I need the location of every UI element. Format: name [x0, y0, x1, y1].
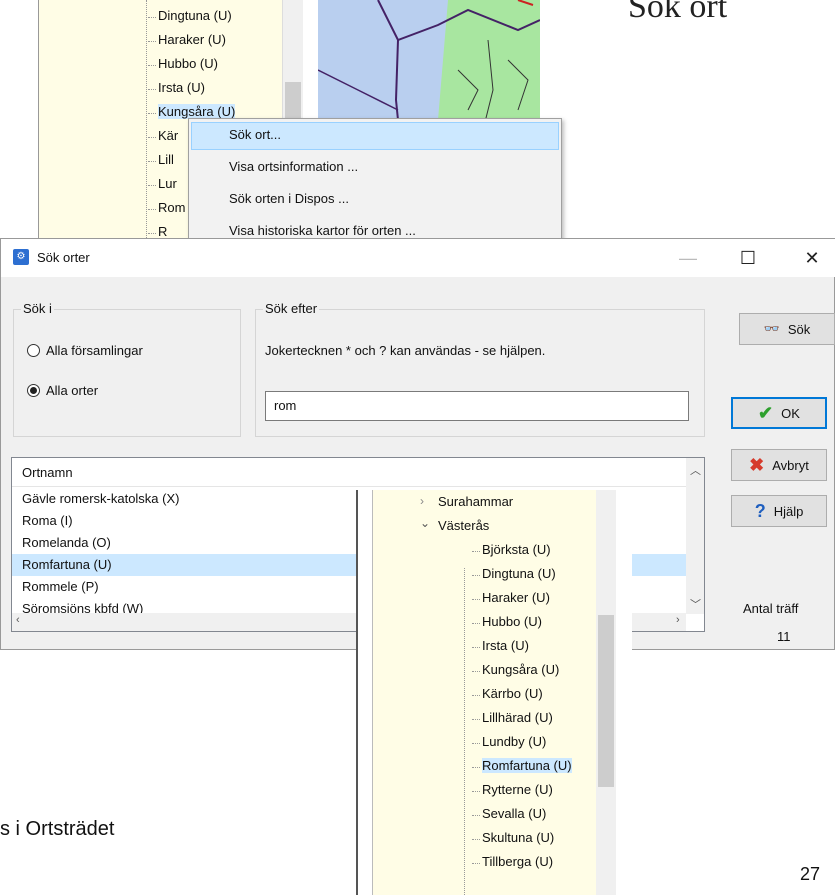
tree-item[interactable]: Tillberga (U): [471, 854, 553, 869]
question-icon: ?: [754, 500, 766, 521]
tree-item-selected[interactable]: Kungsåra (U): [147, 104, 236, 119]
tree-item[interactable]: Irsta (U): [472, 638, 529, 653]
results-vertical-scrollbar[interactable]: ︿ ﹀: [686, 458, 704, 614]
context-menu: Sök ort... Visa ortsinformation ... Sök …: [188, 118, 562, 244]
tree-scrollbar[interactable]: [596, 490, 616, 895]
tree-item[interactable]: Hubbo (U): [148, 56, 218, 71]
search-in-label: Sök i: [21, 301, 54, 316]
radio-circle-selected[interactable]: [27, 384, 40, 397]
tree-item[interactable]: Irsta (U): [148, 80, 205, 95]
tree-item-selected[interactable]: Romfartuna (U): [472, 758, 572, 773]
tree-node-vasteras[interactable]: Västerås: [438, 518, 489, 533]
menu-item-historical-maps[interactable]: Visa historiska kartor för orten ...: [229, 223, 416, 238]
expanded-chevron-icon[interactable]: ⌄: [420, 516, 430, 530]
tree-item[interactable]: Lill: [148, 152, 174, 167]
scroll-right-icon[interactable]: ›: [676, 614, 680, 626]
hit-count-value: 11: [777, 629, 791, 644]
menu-item-search-in-dispos[interactable]: Sök orten i Dispos ...: [229, 191, 349, 206]
place-tree-panel: › Surahammar ⌄ Västerås Björksta (U) Din…: [356, 490, 632, 895]
scroll-left-icon[interactable]: ‹: [16, 614, 20, 626]
binoculars-icon: 👓: [763, 321, 780, 336]
dialog-title: Sök orter: [37, 250, 90, 265]
tree-item[interactable]: Lundby (U): [471, 734, 546, 749]
dialog-titlebar: ⚙ Sök orter — ☐ ✕: [1, 239, 835, 277]
tree-item[interactable]: Rytterne (U): [472, 782, 553, 797]
ok-button[interactable]: ✔ OK: [731, 397, 827, 429]
tree-item[interactable]: Lillhärad (U): [472, 710, 553, 725]
page-heading: Sök ort: [628, 0, 728, 25]
tree-item[interactable]: Kärrbo (U): [472, 686, 543, 701]
scroll-up-icon[interactable]: ︿: [690, 462, 701, 478]
radio-circle[interactable]: [27, 344, 40, 357]
tree-item[interactable]: Rom: [147, 200, 185, 215]
tree-item[interactable]: Sevalla (U): [471, 806, 546, 821]
search-in-group: [13, 309, 241, 437]
tree-item[interactable]: Hubbo (U): [472, 614, 542, 629]
hit-count-label: Antal träff: [743, 601, 799, 616]
menu-item-show-place-info[interactable]: Visa ortsinformation ...: [229, 159, 358, 174]
cancel-button[interactable]: ✖ Avbryt: [731, 449, 827, 481]
tree-item[interactable]: R: [147, 224, 167, 239]
tree-item[interactable]: Haraker (U): [472, 590, 550, 605]
tree-item[interactable]: Skultuna (U): [471, 830, 554, 845]
maximize-button[interactable]: ☐: [725, 245, 771, 271]
tree-item[interactable]: Kungsåra (U): [471, 662, 559, 677]
slide-caption: s i Ortsträdet: [0, 818, 115, 840]
tree-item[interactable]: Lur: [148, 176, 177, 191]
tree-item[interactable]: Dingtuna (U): [472, 566, 556, 581]
search-input[interactable]: rom: [265, 391, 689, 421]
collapsed-chevron-icon[interactable]: ›: [420, 494, 424, 508]
help-button[interactable]: ? Hjälp: [731, 495, 827, 527]
tree-node-surahammar[interactable]: Surahammar: [438, 494, 513, 509]
scroll-down-icon[interactable]: ﹀: [690, 596, 701, 612]
radio-all-parishes[interactable]: Alla församlingar: [27, 343, 143, 358]
tree-item[interactable]: Haraker (U): [148, 32, 226, 47]
results-header[interactable]: Ortnamn: [12, 458, 686, 487]
wildcard-hint: Jokertecknen * och ? kan användas - se h…: [265, 343, 546, 358]
radio-all-places[interactable]: Alla orter: [27, 383, 98, 398]
search-for-label: Sök efter: [263, 301, 320, 316]
search-button[interactable]: 👓 Sök: [739, 313, 835, 345]
cancel-x-icon: ✖: [749, 454, 765, 475]
close-button[interactable]: ✕: [789, 245, 835, 271]
minimize-button[interactable]: —: [665, 245, 711, 271]
tree-item[interactable]: Björksta (U): [472, 542, 551, 557]
menu-item-search-place[interactable]: Sök ort...: [229, 127, 281, 142]
tree-item[interactable]: Kär: [147, 128, 178, 143]
tree-item[interactable]: Dingtuna (U): [148, 8, 232, 23]
app-icon: ⚙: [13, 249, 29, 265]
checkmark-icon: ✔: [758, 402, 774, 423]
page-number: 27: [800, 864, 821, 884]
